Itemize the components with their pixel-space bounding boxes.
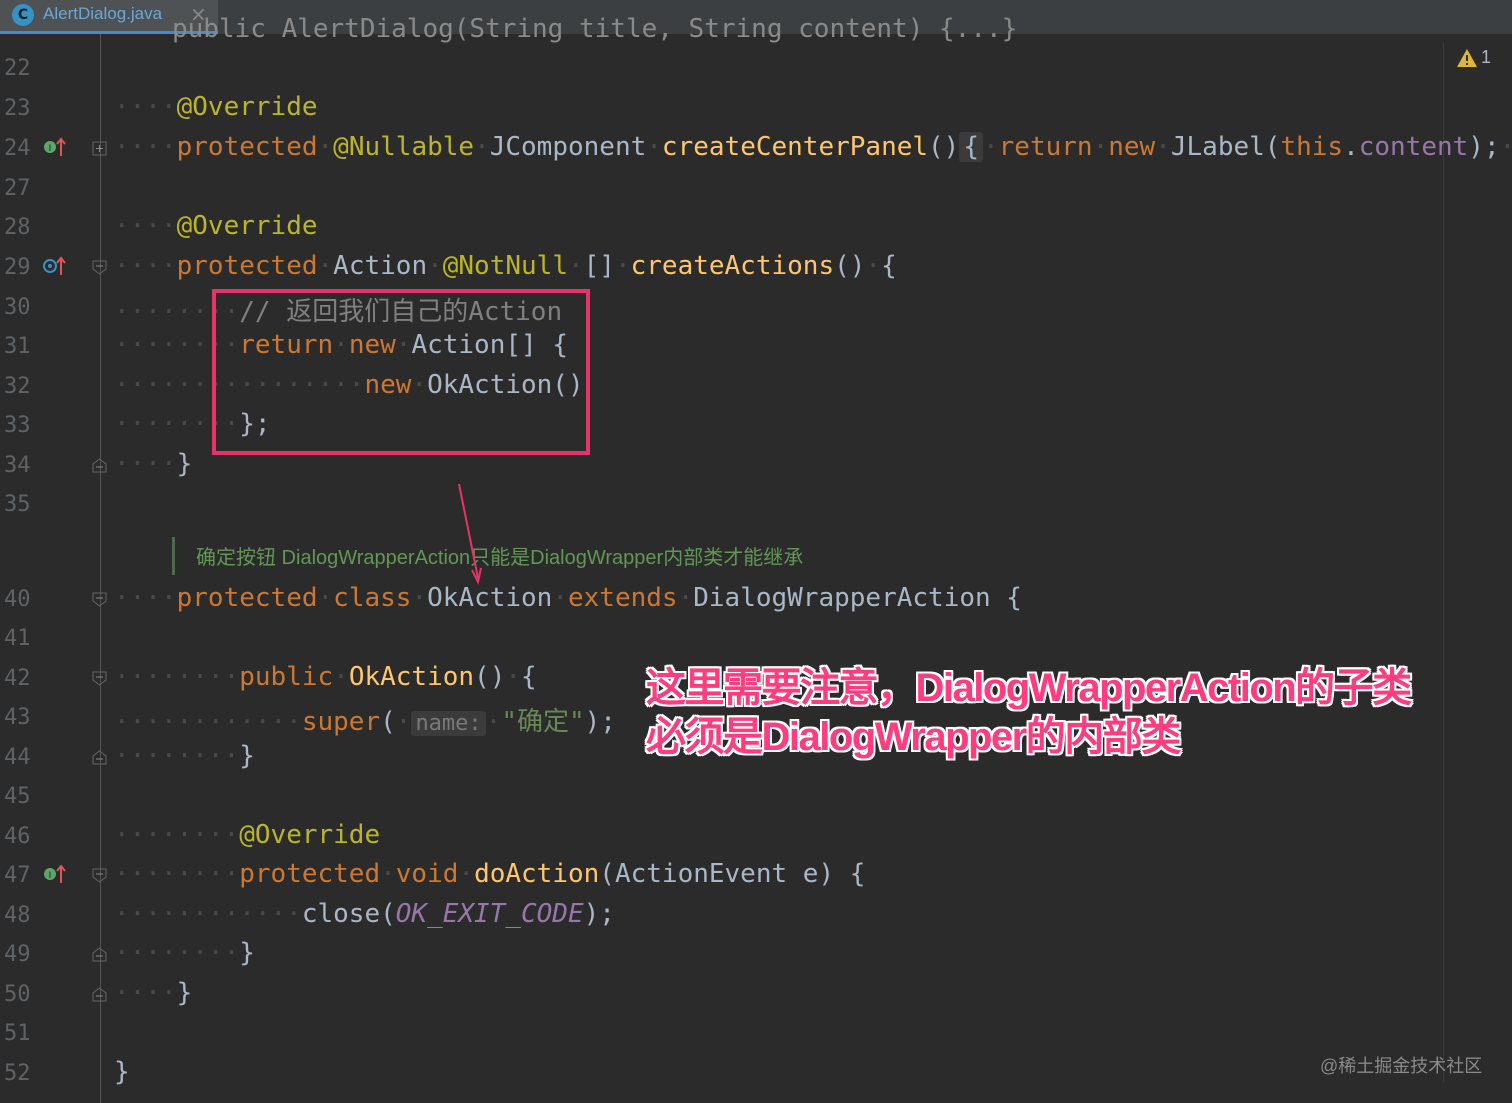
code-line: 52 } [4,1057,130,1087]
fold-end-icon[interactable] [92,458,107,473]
fold-collapse-icon[interactable] [92,260,107,275]
line-number: 51 [4,1021,31,1046]
line-number: 28 [4,215,31,240]
line-number: 45 [4,784,31,809]
code-line: 28 ····@Override [4,211,318,241]
code-line: 35 [0,486,1512,526]
fold-collapse-icon[interactable] [92,671,107,686]
line-number: 24 [4,136,31,161]
line-number: 30 [4,295,31,320]
code-line: 23 ····@Override [4,92,318,122]
override-method-icon[interactable] [42,253,68,279]
warning-count[interactable]: 1 [1481,47,1491,68]
code-line: 49 ········} [4,938,255,968]
line-number: 50 [4,982,31,1007]
line-number: 23 [4,96,31,121]
code-line: 24 I ····protected·@Nullable·JComponent·… [4,132,1512,162]
code-line: 22 [0,50,1512,90]
fold-expand-icon[interactable] [92,141,107,156]
warning-icon[interactable] [1456,48,1478,68]
line-number: 29 [4,255,31,280]
code-line: 29 ····protected·Action·@NotNull·[]·crea… [4,251,897,281]
svg-text:I: I [49,871,52,881]
line-number: 34 [4,453,31,478]
line-number: 31 [4,334,31,359]
parameter-hint: name: [411,711,486,736]
line-number: 49 [4,942,31,967]
line-number: 46 [4,824,31,849]
fold-collapse-icon[interactable] [92,592,107,607]
line-number: 47 [4,863,31,888]
code-line: 27 [0,170,1512,210]
line-number: 43 [4,705,31,730]
code-line: 48 ············close(OK_EXIT_CODE); [4,899,615,929]
line-number: 32 [4,374,31,399]
override-method-icon[interactable]: I [42,861,68,887]
code-line: 40 ····protected·class·OkAction·extends·… [4,583,1022,613]
line-number: 42 [4,666,31,691]
fold-end-icon[interactable] [92,947,107,962]
code-line: 41 [0,620,1512,660]
fold-end-icon[interactable] [92,750,107,765]
code-line: 50 ····} [4,978,193,1008]
line-number: 41 [4,626,31,651]
line-number: 52 [4,1061,31,1086]
highlight-box [212,289,590,455]
annotation-arrow [458,483,482,585]
annotation-line-2: 必须是DialogWrapper的内部类 [646,715,1181,759]
code-line-partial: public AlertDialog(String title, String … [172,14,1018,44]
line-number: 40 [4,587,31,612]
fold-end-icon[interactable] [92,987,107,1002]
svg-text:I: I [49,144,52,154]
line-number: 35 [4,492,31,517]
line-number: 48 [4,903,31,928]
code-line: 46 ········@Override [4,820,381,850]
line-number: 27 [4,176,31,201]
watermark: @稀土掘金技术社区 [1320,1056,1483,1076]
fold-collapse-icon[interactable] [92,868,107,883]
line-number: 44 [4,745,31,770]
code-line: 45 [0,778,1512,818]
code-line: 51 [0,1015,1512,1055]
code-editor[interactable]: public AlertDialog(String title, String … [0,14,1512,1103]
override-method-icon[interactable]: I [42,134,68,160]
javadoc-text: 确定按钮 DialogWrapperAction只能是DialogWrapper… [196,547,804,569]
line-number: 33 [4,413,31,438]
code-line: 47 I ········protected·void·doAction(Act… [4,859,866,889]
javadoc-bar [172,537,175,575]
line-number: 22 [4,56,31,81]
